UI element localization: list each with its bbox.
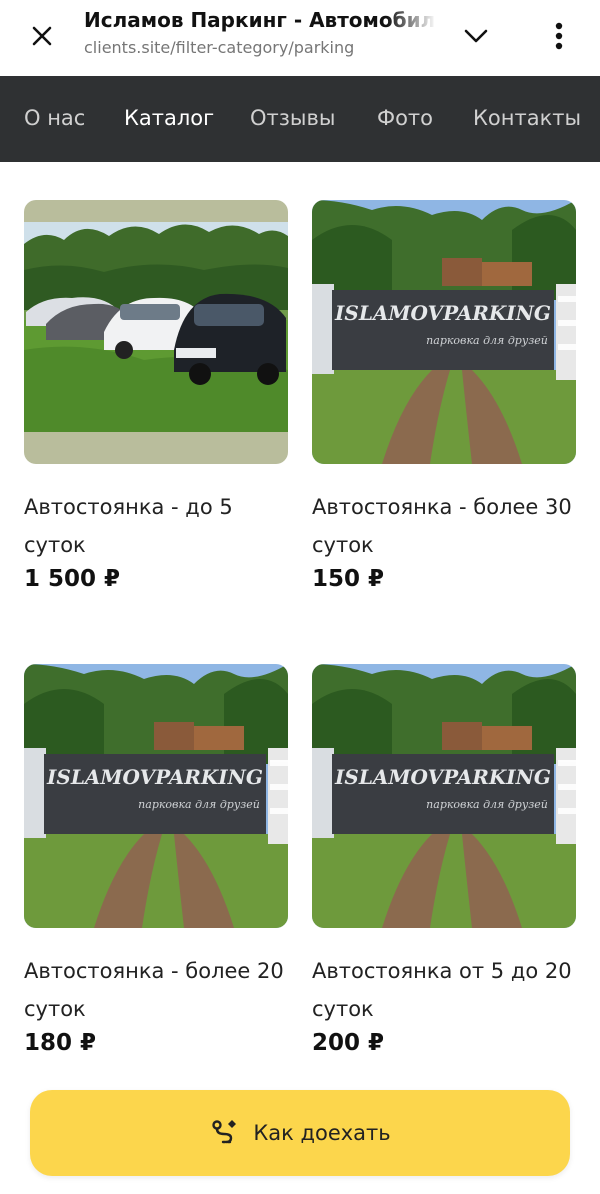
product-price: 200 ₽: [312, 1030, 385, 1056]
product-card[interactable]: ISLAMOVPARKING парковка для друзей Автос…: [24, 664, 288, 1056]
nav-item-catalog[interactable]: Каталог: [124, 106, 214, 130]
more-menu-button[interactable]: [540, 16, 578, 56]
sign-tagline: парковка для друзей: [426, 798, 548, 811]
product-price: 180 ₽: [24, 1030, 97, 1056]
product-card[interactable]: ISLAMOVPARKING парковка для друзей Автос…: [312, 664, 576, 1056]
parking-gate-sign-photo[interactable]: ISLAMOVPARKING парковка для друзей: [312, 664, 576, 928]
product-card[interactable]: ISLAMOVPARKING парковка для друзей Автос…: [312, 200, 576, 592]
sign-brand: ISLAMOVPARKING: [334, 301, 551, 325]
sign-tagline: парковка для друзей: [426, 334, 548, 347]
nav-item-reviews[interactable]: Отзывы: [250, 106, 335, 130]
route-button-label: Как доехать: [253, 1121, 391, 1145]
nav-item-photos[interactable]: Фото: [377, 106, 433, 130]
close-icon: [32, 26, 52, 46]
sign-tagline: парковка для друзей: [138, 798, 260, 811]
parking-gate-sign-photo[interactable]: ISLAMOVPARKING парковка для друзей: [312, 200, 576, 464]
route-icon: [212, 1120, 237, 1144]
parked-cars-photo[interactable]: [24, 200, 288, 464]
page-title: Исламов Паркинг - Автомобильная стоянка: [84, 8, 436, 32]
product-price: 150 ₽: [312, 566, 385, 592]
sign-brand: ISLAMOVPARKING: [334, 765, 551, 789]
close-button[interactable]: [22, 16, 62, 56]
product-name[interactable]: Автостоянка - более 20 суток: [24, 952, 288, 1028]
site-nav: О нас Каталог Отзывы Фото Контакты: [0, 76, 600, 162]
product-name[interactable]: Автостоянка - до 5 суток: [24, 488, 288, 564]
nav-item-about[interactable]: О нас: [24, 106, 85, 130]
more-vertical-icon: [555, 22, 563, 50]
product-name[interactable]: Автостоянка - более 30 суток: [312, 488, 576, 564]
product-name[interactable]: Автостоянка от 5 до 20 суток: [312, 952, 576, 1028]
page-title-block: Исламов Паркинг - Автомобильная стоянка …: [84, 8, 436, 57]
expand-button[interactable]: [458, 20, 494, 52]
product-card[interactable]: Автостоянка - до 5 суток 1 500 ₽: [24, 200, 288, 592]
browser-toolbar: Исламов Паркинг - Автомобильная стоянка …: [0, 0, 600, 76]
chevron-down-icon: [464, 29, 488, 43]
sign-brand: ISLAMOVPARKING: [46, 765, 263, 789]
parking-gate-sign-photo[interactable]: ISLAMOVPARKING парковка для друзей: [24, 664, 288, 928]
page-url[interactable]: clients.site/filter-category/parking: [84, 38, 436, 57]
product-price: 1 500 ₽: [24, 566, 121, 592]
nav-item-contacts[interactable]: Контакты: [473, 106, 581, 130]
route-button[interactable]: Как доехать: [30, 1090, 570, 1176]
